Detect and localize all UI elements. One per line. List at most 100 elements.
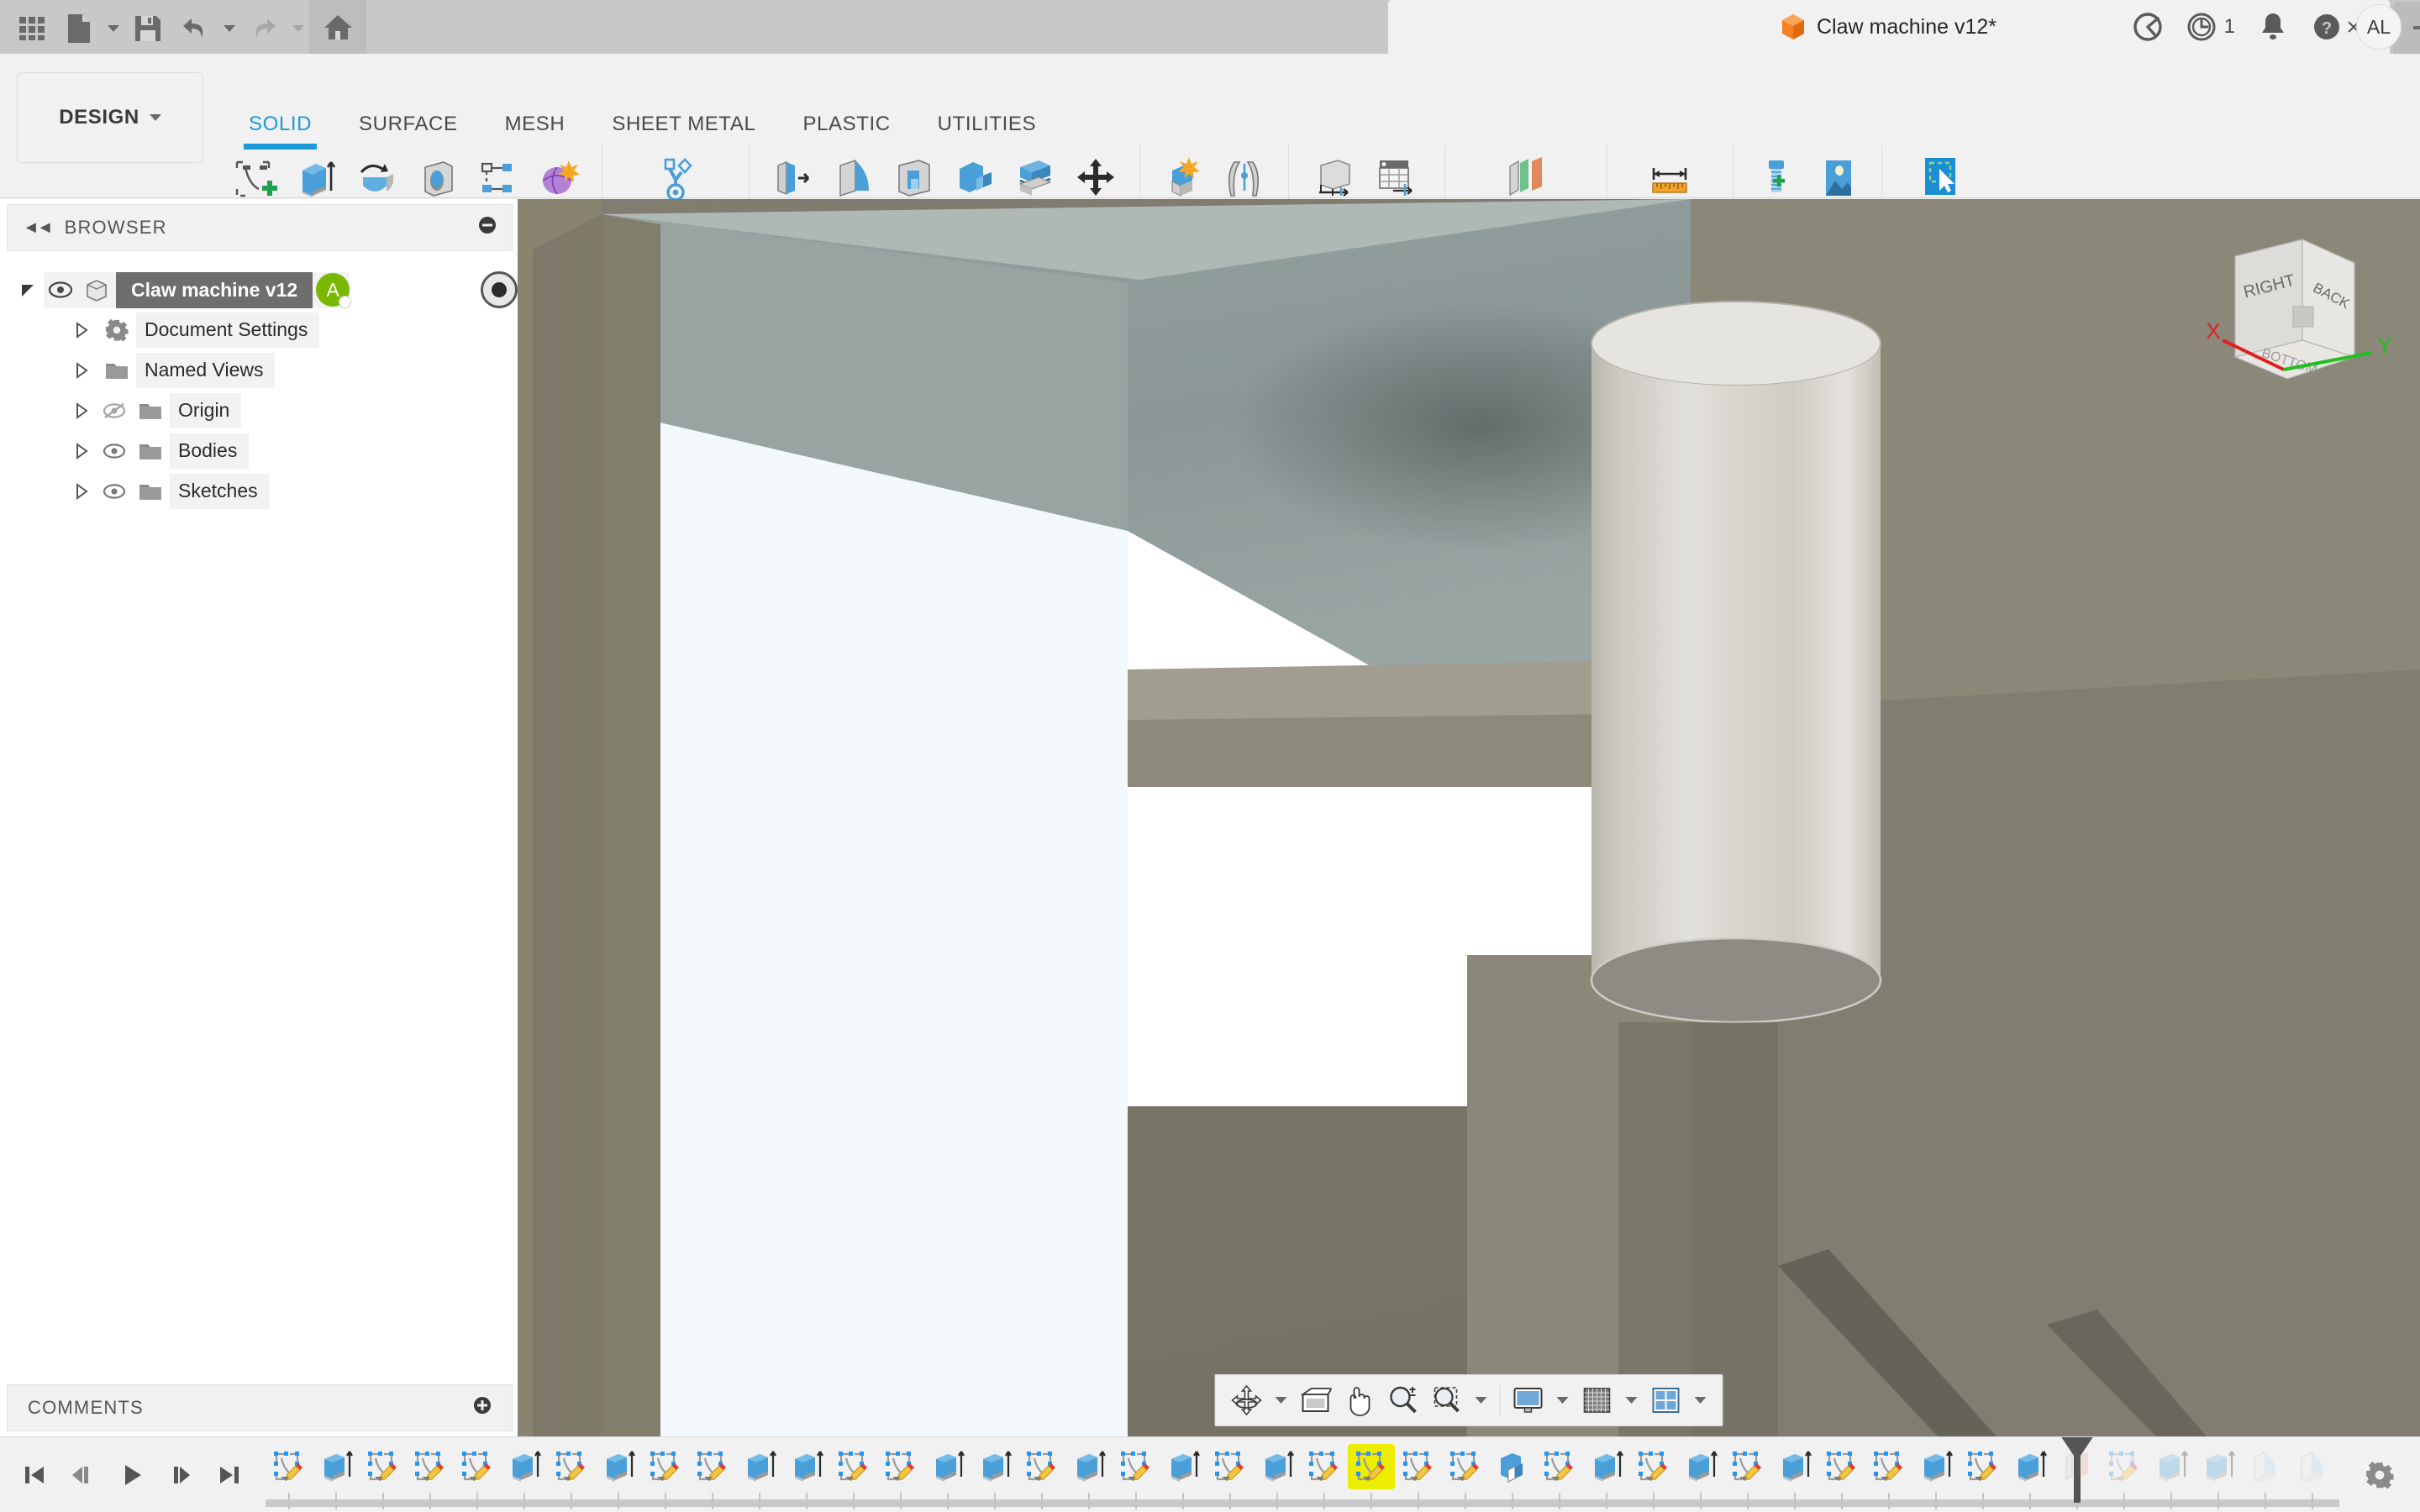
- comments-header[interactable]: COMMENTS: [7, 1384, 513, 1431]
- tab-utilities[interactable]: UTILITIES: [914, 106, 1060, 143]
- timeline-feature-extrude[interactable]: [2007, 1444, 2054, 1489]
- look-at-icon[interactable]: [1295, 1378, 1337, 1422]
- display-settings-caret[interactable]: [1551, 1378, 1575, 1422]
- activate-badge[interactable]: A: [316, 273, 352, 308]
- add-comment-icon[interactable]: [473, 1396, 492, 1420]
- timeline-feature-sketch[interactable]: [1395, 1444, 1442, 1489]
- timeline-feature-sketch[interactable]: [1301, 1444, 1348, 1489]
- timeline-feature-sketch[interactable]: [1960, 1444, 2007, 1489]
- timeline-feature-extrude[interactable]: [1160, 1444, 1207, 1489]
- tree-node-origin[interactable]: Origin: [0, 391, 518, 431]
- visibility-eye-icon[interactable]: [97, 442, 131, 460]
- timeline-feature-extrude[interactable]: [736, 1444, 783, 1489]
- timeline-feature-sketch[interactable]: [1442, 1444, 1489, 1489]
- timeline-feature-extrude[interactable]: [971, 1444, 1018, 1489]
- timeline-feature-sketch[interactable]: [642, 1444, 689, 1489]
- timeline-feature-sketch[interactable]: [1630, 1444, 1677, 1489]
- visibility-eye-icon[interactable]: [44, 281, 77, 299]
- undo-dropdown-caret[interactable]: [218, 5, 240, 52]
- orbit-dropdown-caret[interactable]: [1270, 1378, 1293, 1422]
- view-cube[interactable]: RIGHT BACK BOTTOM X Y: [2176, 223, 2412, 407]
- tab-sheet-metal[interactable]: SHEET METAL: [588, 106, 779, 143]
- timeline-feature-sketch[interactable]: [407, 1444, 454, 1489]
- grid-snap-icon[interactable]: [1576, 1378, 1618, 1422]
- timeline-feature-fillet[interactable]: [2242, 1444, 2289, 1489]
- timeline-feature-sketch[interactable]: [360, 1444, 407, 1489]
- timeline-feature-sketch[interactable]: [1207, 1444, 1254, 1489]
- timeline-feature-extrude[interactable]: [924, 1444, 971, 1489]
- timeline-feature-extrude[interactable]: [595, 1444, 642, 1489]
- orbit-icon[interactable]: [1226, 1378, 1268, 1422]
- save-icon[interactable]: [124, 5, 171, 52]
- notifications-bell-icon[interactable]: [2249, 3, 2297, 51]
- timeline-playhead[interactable]: [2060, 1436, 2094, 1503]
- viewports-caret[interactable]: [1689, 1378, 1712, 1422]
- redo-dropdown-caret[interactable]: [287, 5, 309, 52]
- browser-header[interactable]: ◄◄ BROWSER: [7, 204, 513, 251]
- timeline-feature-extrude[interactable]: [1912, 1444, 1960, 1489]
- timeline-feature-combine[interactable]: [1489, 1444, 1536, 1489]
- timeline-feature-sketch[interactable]: [877, 1444, 924, 1489]
- timeline-feature-sketch[interactable]: [266, 1444, 313, 1489]
- display-settings-icon[interactable]: [1507, 1378, 1549, 1422]
- new-file-icon[interactable]: [55, 5, 103, 52]
- viewport-3d[interactable]: RIGHT BACK BOTTOM X Y: [518, 199, 2420, 1436]
- timeline-feature-extrude[interactable]: [501, 1444, 548, 1489]
- zoom-icon[interactable]: [1382, 1378, 1424, 1422]
- collapse-panel-icon[interactable]: ◄◄: [23, 218, 54, 238]
- tab-solid[interactable]: SOLID: [225, 106, 335, 150]
- timeline-feature-extrude[interactable]: [1771, 1444, 1818, 1489]
- step-forward-button[interactable]: [158, 1452, 203, 1499]
- timeline-feature-sketch[interactable]: [1724, 1444, 1771, 1489]
- new-file-dropdown-caret[interactable]: [103, 5, 124, 52]
- timeline-feature-sketch[interactable]: [689, 1444, 736, 1489]
- timeline-feature-extrude[interactable]: [1065, 1444, 1113, 1489]
- home-icon[interactable]: [309, 0, 366, 54]
- timeline-feature-sketch[interactable]: [1536, 1444, 1583, 1489]
- go-to-beginning-button[interactable]: [12, 1452, 57, 1499]
- pan-icon[interactable]: [1339, 1378, 1381, 1422]
- timeline-track[interactable]: [266, 1436, 2339, 1512]
- workspace-switcher-button[interactable]: DESIGN: [17, 72, 203, 163]
- go-to-end-button[interactable]: [207, 1452, 252, 1499]
- activate-component-radio[interactable]: [481, 271, 518, 308]
- timeline-feature-fillet[interactable]: [2336, 1444, 2339, 1489]
- expand-triangle-icon[interactable]: [66, 483, 97, 500]
- redo-icon[interactable]: [240, 5, 287, 52]
- timeline-settings-button[interactable]: [2339, 1461, 2420, 1489]
- tree-node-bodies[interactable]: Bodies: [0, 431, 518, 471]
- visibility-eye-icon[interactable]: [97, 482, 131, 501]
- timeline-feature-extrude[interactable]: [1677, 1444, 1724, 1489]
- zoom-window-icon[interactable]: [1426, 1378, 1468, 1422]
- tab-mesh[interactable]: MESH: [481, 106, 589, 143]
- tree-node-root[interactable]: Claw machine v12 A: [0, 270, 518, 310]
- tree-node-sketches[interactable]: Sketches: [0, 471, 518, 512]
- expand-triangle-icon[interactable]: [66, 402, 97, 419]
- visibility-eye-off-icon[interactable]: [97, 401, 131, 421]
- extensions-icon[interactable]: [2123, 3, 2172, 51]
- expand-triangle-icon[interactable]: [66, 443, 97, 459]
- timeline-feature-extrude[interactable]: [313, 1444, 360, 1489]
- zoom-dropdown-caret[interactable]: [1470, 1378, 1493, 1422]
- tree-node-document-settings[interactable]: Document Settings: [0, 310, 518, 350]
- timeline-feature-fillet[interactable]: [2289, 1444, 2336, 1489]
- help-icon[interactable]: ?: [2302, 3, 2351, 51]
- tab-surface[interactable]: SURFACE: [335, 106, 481, 143]
- expand-triangle-icon[interactable]: [66, 362, 97, 379]
- tree-node-named-views[interactable]: Named Views: [0, 350, 518, 391]
- minimize-browser-icon[interactable]: [478, 216, 497, 239]
- timeline-feature-sketch[interactable]: [1113, 1444, 1160, 1489]
- timeline-feature-extrude[interactable]: [1583, 1444, 1630, 1489]
- timeline-feature-sketch[interactable]: [1348, 1443, 1395, 1489]
- timeline-feature-sketch[interactable]: [548, 1444, 595, 1489]
- timeline-feature-extrude[interactable]: [2148, 1444, 2195, 1489]
- job-status-icon[interactable]: [2177, 3, 2226, 51]
- app-grid-icon[interactable]: [8, 5, 55, 52]
- expand-triangle-icon[interactable]: [12, 281, 44, 298]
- viewports-icon[interactable]: [1645, 1378, 1687, 1422]
- timeline-feature-sketch[interactable]: [2101, 1444, 2148, 1489]
- tab-plastic[interactable]: PLASTIC: [779, 106, 913, 143]
- timeline-feature-extrude[interactable]: [783, 1444, 830, 1489]
- timeline-feature-extrude[interactable]: [2195, 1444, 2242, 1489]
- timeline-feature-sketch[interactable]: [454, 1444, 501, 1489]
